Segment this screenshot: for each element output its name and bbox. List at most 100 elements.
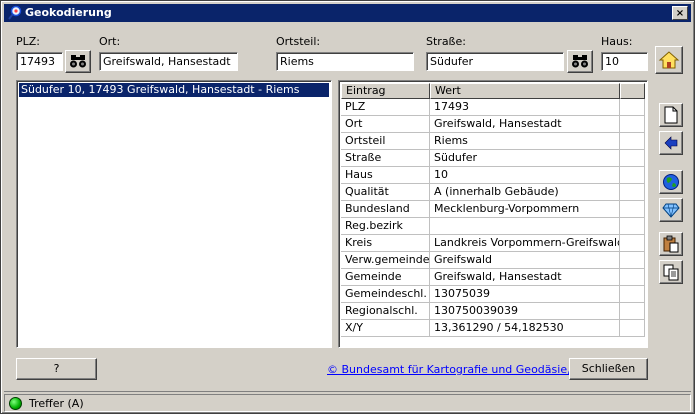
value-cell: 17493	[430, 99, 620, 116]
entry-cell: Regionalschl.	[341, 303, 430, 320]
column-header-wert[interactable]: Wert	[430, 83, 620, 99]
result-item[interactable]: Südufer 10, 17493 Greifswald, Hansestadt…	[19, 83, 329, 97]
filler-cell	[620, 201, 645, 218]
value-cell: Mecklenburg-Vorpommern	[430, 201, 620, 218]
window-close-button[interactable]: ×	[672, 6, 688, 20]
haus-input[interactable]: 10	[601, 52, 648, 71]
table-row[interactable]: Gemeindeschl. 13075039	[341, 286, 645, 303]
table-row[interactable]: Reg.bezirk	[341, 218, 645, 235]
value-cell: Greifswald, Hansestadt	[430, 116, 620, 133]
close-button[interactable]: Schließen	[569, 358, 648, 380]
haus-label: Haus:	[601, 35, 633, 48]
status-bar: Treffer (A)	[4, 391, 691, 412]
value-cell: Südufer	[430, 150, 620, 167]
copy-icon	[663, 264, 679, 281]
home-button[interactable]	[655, 46, 683, 74]
value-cell	[430, 218, 620, 235]
entry-cell: Bundesland	[341, 201, 430, 218]
status-indicator-icon	[9, 397, 22, 410]
value-cell: Riems	[430, 133, 620, 150]
table-row[interactable]: Gemeinde Greifswald, Hansestadt	[341, 269, 645, 286]
value-cell: Greifswald	[430, 252, 620, 269]
filler-cell	[620, 269, 645, 286]
results-list[interactable]: Südufer 10, 17493 Greifswald, Hansestadt…	[16, 80, 332, 348]
entry-cell: Haus	[341, 167, 430, 184]
filler-cell	[620, 116, 645, 133]
filler-cell	[620, 133, 645, 150]
gem-icon	[662, 203, 680, 218]
value-cell: Greifswald, Hansestadt	[430, 269, 620, 286]
home-icon	[658, 51, 680, 69]
value-cell: 130750039039	[430, 303, 620, 320]
filler-cell	[620, 286, 645, 303]
globe-button[interactable]	[659, 170, 683, 194]
entry-cell: Straße	[341, 150, 430, 167]
entry-cell: X/Y	[341, 320, 430, 337]
plz-input[interactable]: 17493	[16, 52, 63, 71]
table-row[interactable]: Haus 10	[341, 167, 645, 184]
entry-cell: PLZ	[341, 99, 430, 116]
status-text: Treffer (A)	[29, 397, 84, 410]
help-button[interactable]: ?	[16, 358, 97, 380]
value-cell: 10	[430, 167, 620, 184]
ortsteil-input[interactable]: Riems	[276, 52, 414, 71]
strasse-input[interactable]: Südufer	[426, 52, 564, 71]
column-header-eintrag[interactable]: Eintrag	[341, 83, 430, 99]
search-plz-button[interactable]	[65, 50, 91, 73]
geocode-app-icon	[8, 5, 22, 20]
column-header-filler	[620, 83, 645, 99]
geokodierung-window: Geokodierung × PLZ: Ort: Ortsteil: Straß…	[0, 0, 695, 414]
table-row[interactable]: Kreis Landkreis Vorpommern-Greifswald	[341, 235, 645, 252]
paste-button[interactable]	[659, 232, 683, 256]
filler-cell	[620, 99, 645, 116]
value-cell: 13075039	[430, 286, 620, 303]
arrow-left-icon	[664, 136, 678, 150]
entry-cell: Kreis	[341, 235, 430, 252]
binoculars-icon	[572, 55, 588, 68]
table-row[interactable]: X/Y 13,361290 / 54,182530	[341, 320, 645, 337]
value-cell: 13,361290 / 54,182530	[430, 320, 620, 337]
table-row[interactable]: Verw.gemeinde Greifswald	[341, 252, 645, 269]
entry-cell: Ortsteil	[341, 133, 430, 150]
ort-label: Ort:	[99, 35, 121, 48]
binoculars-icon	[70, 55, 86, 68]
value-cell: Landkreis Vorpommern-Greifswald	[430, 235, 620, 252]
filler-cell	[620, 167, 645, 184]
filler-cell	[620, 235, 645, 252]
globe-icon	[663, 174, 679, 190]
title-bar: Geokodierung ×	[4, 4, 691, 22]
table-row[interactable]: Qualität A (innerhalb Gebäude)	[341, 184, 645, 201]
copyright-link[interactable]: © Bundesamt für Kartografie und Geodäsie…	[327, 363, 602, 376]
table-row[interactable]: Regionalschl. 130750039039	[341, 303, 645, 320]
back-button[interactable]	[659, 131, 683, 155]
ort-input[interactable]: Greifswald, Hansestadt	[99, 52, 238, 71]
filler-cell	[620, 303, 645, 320]
table-row[interactable]: Ort Greifswald, Hansestadt	[341, 116, 645, 133]
plz-label: PLZ:	[16, 35, 41, 48]
new-document-icon	[664, 106, 678, 124]
strasse-label: Straße:	[426, 35, 466, 48]
filler-cell	[620, 218, 645, 235]
details-grid[interactable]: Eintrag Wert PLZ 17493 Ort Greifswald, Hans…	[338, 80, 648, 348]
filler-cell	[620, 252, 645, 269]
filler-cell	[620, 150, 645, 167]
filler-cell	[620, 184, 645, 201]
new-button[interactable]	[659, 103, 683, 127]
table-row[interactable]: Bundesland Mecklenburg-Vorpommern	[341, 201, 645, 218]
entry-cell: Gemeindeschl.	[341, 286, 430, 303]
entry-cell: Qualität	[341, 184, 430, 201]
entry-cell: Reg.bezirk	[341, 218, 430, 235]
ortsteil-label: Ortsteil:	[276, 35, 321, 48]
gem-button[interactable]	[659, 198, 683, 222]
copy-button[interactable]	[659, 260, 683, 284]
window-title: Geokodierung	[25, 6, 112, 19]
table-row[interactable]: PLZ 17493	[341, 99, 645, 116]
filler-cell	[620, 320, 645, 337]
paste-icon	[663, 235, 679, 253]
table-row[interactable]: Straße Südufer	[341, 150, 645, 167]
value-cell: A (innerhalb Gebäude)	[430, 184, 620, 201]
table-row[interactable]: Ortsteil Riems	[341, 133, 645, 150]
entry-cell: Ort	[341, 116, 430, 133]
search-street-button[interactable]	[567, 50, 593, 73]
entry-cell: Gemeinde	[341, 269, 430, 286]
